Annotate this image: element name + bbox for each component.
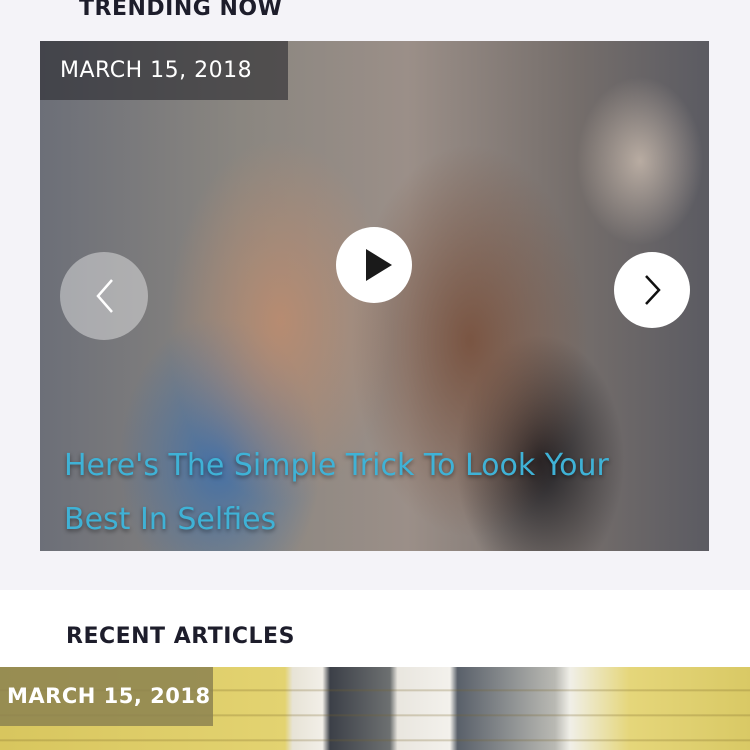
- trending-article-title[interactable]: Here's The Simple Trick To Look Your Bes…: [64, 439, 624, 547]
- previous-slide-button[interactable]: [60, 252, 148, 340]
- recent-article-card[interactable]: MARCH 15, 2018: [0, 667, 750, 750]
- chevron-right-icon: [645, 275, 661, 305]
- play-button[interactable]: [336, 227, 412, 303]
- recent-article-date: MARCH 15, 2018: [0, 667, 213, 726]
- trending-date: MARCH 15, 2018: [40, 41, 288, 100]
- next-slide-button[interactable]: [614, 252, 690, 328]
- recent-articles-heading: RECENT ARTICLES: [66, 624, 295, 649]
- trending-slide[interactable]: MARCH 15, 2018 Here's The Simple Trick T…: [40, 41, 709, 551]
- play-icon: [366, 249, 392, 281]
- recent-articles-section: RECENT ARTICLES MARCH 15, 2018: [0, 590, 750, 750]
- trending-heading: TRENDING NOW: [79, 0, 283, 21]
- chevron-left-icon: [96, 279, 113, 313]
